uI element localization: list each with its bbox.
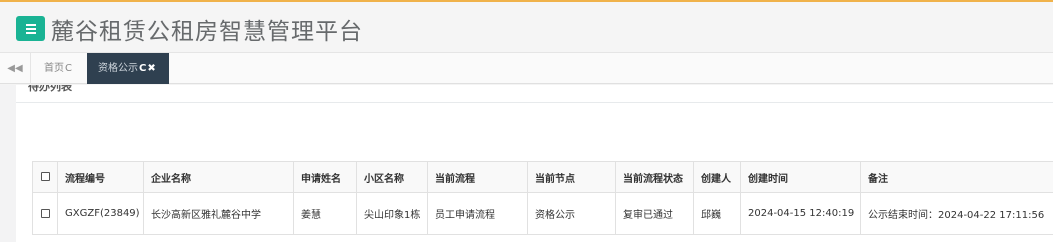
cell-company: 长沙高新区雅礼麓谷中学 [143,192,294,235]
column-header[interactable]: 创建人 [693,161,741,193]
cell-remark: 公示结束时间：2024-04-22 17:11:56 [860,192,1053,235]
cell-community: 尖山印象1栋 [356,192,428,235]
column-header[interactable]: 当前节点 [527,161,616,193]
close-icon[interactable]: ✖ [147,63,155,74]
refresh-icon[interactable]: C [65,63,72,74]
column-header[interactable]: 当前流程 [427,161,528,193]
cell-status: 复审已通过 [615,192,694,235]
column-header[interactable]: 备注 [860,161,1053,193]
row-checkbox-cell[interactable] [32,192,58,235]
cell-applicant: 姜慧 [293,192,357,235]
select-all-checkbox-cell[interactable] [32,161,58,193]
tab-home-label: 首页 [44,63,64,74]
panel-title: 待办列表 [28,85,72,93]
refresh-icon[interactable]: C [139,63,146,74]
cell-created: 2024-04-15 12:40:19 [740,192,861,235]
menu-icon-bar [26,28,36,30]
select-all-checkbox[interactable] [40,172,50,181]
content-area: 待办列表 流程编号 企业名称 申请姓名 小区名称 当前流程 当前节点 当前流程状… [0,85,1053,242]
table-row[interactable]: GXGZF(23849) 长沙高新区雅礼麓谷中学 姜慧 尖山印象1栋 员工申请流… [32,192,1053,235]
cell-flow-no: GXGZF(23849) [57,192,144,235]
todo-panel: 待办列表 流程编号 企业名称 申请姓名 小区名称 当前流程 当前节点 当前流程状… [16,85,1053,242]
menu-icon [26,24,36,26]
column-header[interactable]: 当前流程状态 [615,161,694,193]
tab-home[interactable]: 首页C [31,53,87,84]
row-checkbox[interactable] [40,208,50,218]
column-header[interactable]: 申请姓名 [293,161,357,193]
top-header: 麓谷租赁公租房智慧管理平台 [0,0,1053,52]
cell-creator: 邱巍 [693,192,741,235]
table-header-row: 流程编号 企业名称 申请姓名 小区名称 当前流程 当前节点 当前流程状态 创建人… [32,161,1053,193]
tab-qualification-publicity[interactable]: 资格公示C✖ [87,53,169,84]
todo-table: 流程编号 企业名称 申请姓名 小区名称 当前流程 当前节点 当前流程状态 创建人… [32,161,1053,235]
double-left-icon[interactable]: ◀◀ [0,53,31,84]
menu-icon-bar [26,32,36,34]
panel-header: 待办列表 [16,85,1053,103]
app-title: 麓谷租赁公租房智慧管理平台 [51,19,363,45]
cell-process: 员工申请流程 [427,192,528,235]
column-header[interactable]: 企业名称 [143,161,294,193]
menu-toggle-button[interactable] [16,16,45,41]
tab-bar: ◀◀ 首页C 资格公示C✖ [0,52,1053,84]
column-header[interactable]: 小区名称 [356,161,428,193]
column-header[interactable]: 创建时间 [740,161,861,193]
tab-active-label: 资格公示 [98,63,138,74]
cell-node: 资格公示 [527,192,616,235]
column-header[interactable]: 流程编号 [57,161,144,193]
